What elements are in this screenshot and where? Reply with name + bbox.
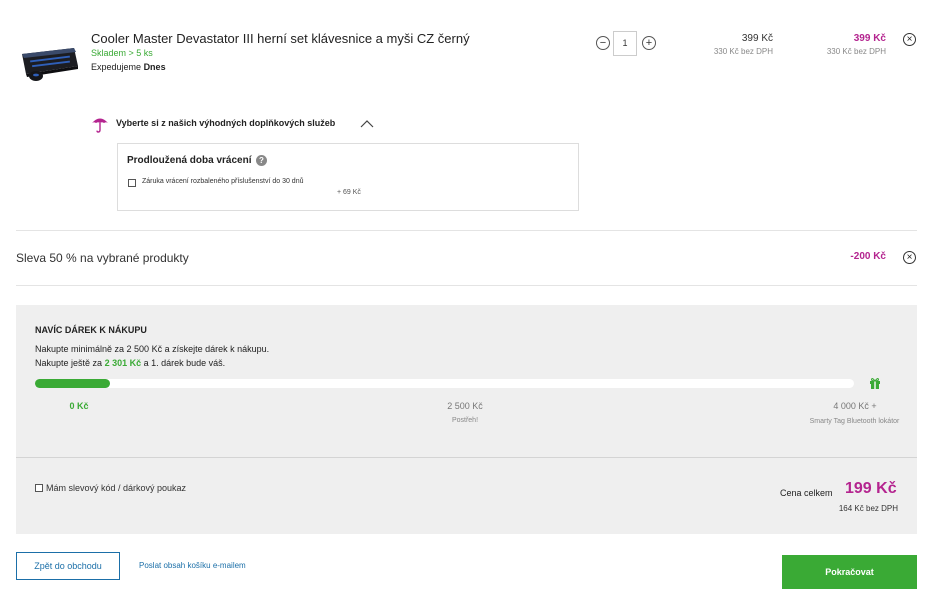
product-image[interactable] bbox=[16, 40, 80, 84]
service-option-checkbox[interactable] bbox=[128, 179, 136, 187]
total-value: 199 Kč bbox=[845, 480, 897, 497]
coupon-checkbox[interactable] bbox=[35, 484, 43, 492]
gift-remaining-suffix: a 1. dárek bude váš. bbox=[143, 358, 226, 368]
gift-progress-fill bbox=[35, 379, 110, 388]
remove-product-close-icon[interactable]: × bbox=[903, 33, 916, 46]
divider bbox=[16, 230, 917, 231]
divider bbox=[16, 457, 917, 458]
service-option-price: + 69 Kč bbox=[337, 189, 361, 196]
gift-remaining-amount: 2 301 Kč bbox=[104, 358, 142, 368]
umbrella-icon bbox=[91, 115, 109, 133]
line-total-price-net: 330 Kč bez DPH bbox=[826, 47, 886, 56]
total-net: 164 Kč bez DPH bbox=[838, 504, 898, 513]
milestone-label: 0 Kč bbox=[69, 401, 89, 411]
gift-remaining-prefix: Nakupte ještě za bbox=[35, 358, 103, 368]
chevron-up-icon[interactable] bbox=[360, 116, 374, 128]
product-name[interactable]: Cooler Master Devastator III herní set k… bbox=[91, 31, 470, 46]
quantity-increase-button[interactable]: + bbox=[642, 36, 656, 50]
continue-button[interactable]: Pokračovat bbox=[782, 555, 917, 589]
total-label: Cena celkem bbox=[780, 488, 833, 498]
quantity-decrease-button[interactable]: − bbox=[596, 36, 610, 50]
milestone-reward: Smarty Tag Bluetooth lokátor bbox=[809, 418, 900, 425]
back-to-shop-button[interactable]: Zpět do obchodu bbox=[16, 552, 120, 580]
milestone-reward: Postřeh! bbox=[451, 417, 479, 424]
gift-description: Nakupte minimálně za 2 500 Kč a získejte… bbox=[35, 344, 270, 354]
discount-value: -200 Kč bbox=[850, 251, 886, 262]
discount-label: Sleva 50 % na vybrané produkty bbox=[16, 251, 189, 265]
help-icon[interactable]: ? bbox=[256, 155, 267, 166]
gift-title: NAVÍC DÁREK K NÁKUPU bbox=[35, 325, 147, 335]
stock-status: Skladem > 5 ks bbox=[91, 48, 153, 58]
gift-remaining: Nakupte ještě za 2 301 Kč a 1. dárek bud… bbox=[35, 358, 225, 368]
service-option-box bbox=[117, 143, 579, 211]
unit-price-net: 330 Kč bez DPH bbox=[713, 47, 773, 56]
quantity-input[interactable]: 1 bbox=[613, 31, 637, 56]
line-total-price: 399 Kč bbox=[853, 33, 886, 44]
milestone-label: 2 500 Kč bbox=[447, 401, 483, 411]
remove-discount-close-icon[interactable]: × bbox=[903, 251, 916, 264]
email-cart-link[interactable]: Poslat obsah košíku e-mailem bbox=[139, 561, 246, 570]
service-option-title: Prodloužená doba vrácení bbox=[127, 155, 252, 166]
service-option-label[interactable]: Záruka vrácení rozbaleného příslušenství… bbox=[142, 178, 304, 185]
shipping-when: Dnes bbox=[143, 62, 166, 72]
milestone-label: 4 000 Kč + bbox=[833, 401, 877, 411]
unit-price: 399 Kč bbox=[741, 33, 773, 44]
gift-icon bbox=[869, 376, 881, 389]
divider bbox=[16, 285, 917, 286]
coupon-label[interactable]: Mám slevový kód / dárkový poukaz bbox=[46, 483, 186, 493]
gift-progress-track bbox=[35, 379, 854, 388]
shipping-prefix: Expedujeme bbox=[91, 62, 142, 72]
shipping-info: Expedujeme Dnes bbox=[91, 62, 166, 72]
services-toggle-title[interactable]: Vyberte si z našich výhodných doplňkovýc… bbox=[116, 118, 335, 128]
